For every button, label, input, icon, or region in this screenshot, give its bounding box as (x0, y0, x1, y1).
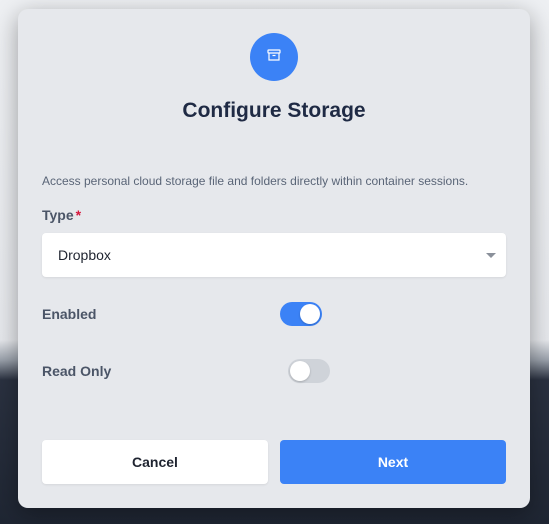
next-button[interactable]: Next (280, 440, 506, 484)
chevron-down-icon (486, 253, 496, 258)
read-only-toggle-knob (290, 361, 310, 381)
modal-icon-badge (250, 33, 298, 81)
type-select-value: Dropbox (58, 247, 111, 263)
enabled-toggle-knob (300, 304, 320, 324)
configure-storage-modal: Configure Storage Access personal cloud … (18, 9, 530, 508)
type-select[interactable]: Dropbox (42, 233, 506, 277)
read-only-toggle[interactable] (288, 359, 330, 383)
cancel-button[interactable]: Cancel (42, 440, 268, 484)
enabled-label: Enabled (42, 306, 97, 322)
modal-title: Configure Storage (182, 99, 366, 122)
read-only-label: Read Only (42, 363, 112, 379)
modal-description: Access personal cloud storage file and f… (42, 174, 469, 188)
enabled-toggle[interactable] (280, 302, 322, 326)
archive-icon (266, 47, 282, 68)
type-field-label: Type * (42, 207, 81, 223)
required-marker: * (75, 207, 82, 223)
type-label-text: Type (42, 207, 74, 223)
